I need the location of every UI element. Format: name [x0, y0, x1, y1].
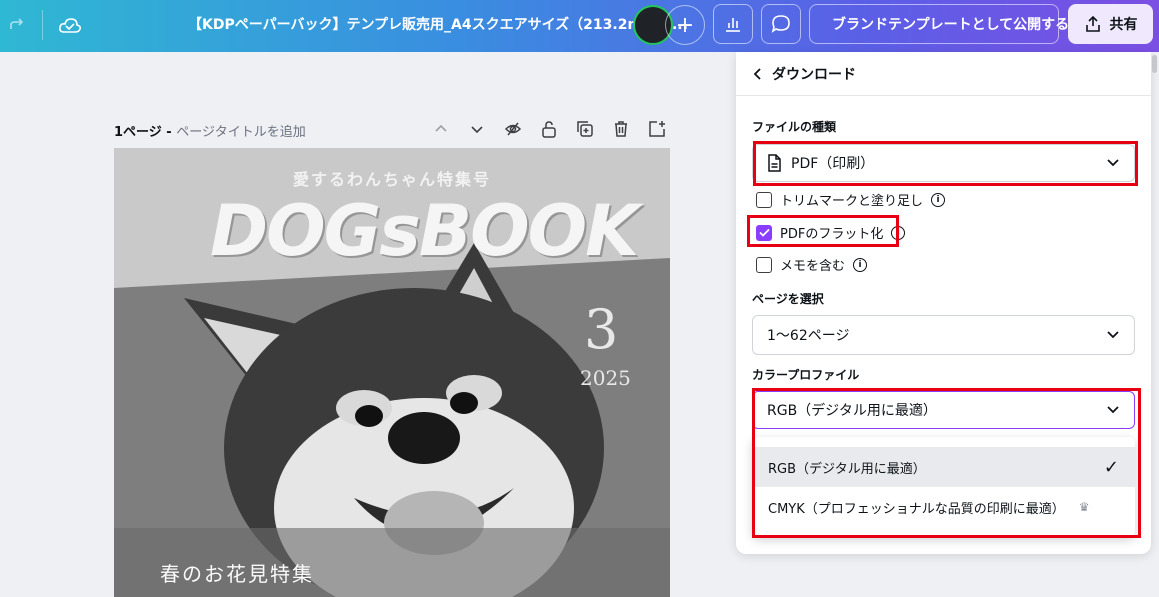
color-profile-dropdown: RGB（デジタル用に最適） ✓ CMYK（プロフェッショナルな品質の印刷に最適）… [752, 437, 1135, 537]
publish-brand-template-button[interactable]: ブランドテンプレートとして公開する [809, 4, 1069, 44]
check-icon: ✓ [1103, 456, 1119, 478]
download-panel: ダウンロード ファイルの種類 PDF（印刷） トリムマークと塗り足し i PDF… [736, 52, 1151, 554]
flatten-pdf-option[interactable]: PDFのフラット化 i [756, 223, 906, 242]
share-button[interactable]: 共有 [1068, 4, 1153, 44]
lock-icon[interactable] [538, 118, 560, 140]
document-title[interactable]: 【KDPペーパーバック】テンプレ販売用_A4スクエアサイズ（213.2mm:2.… [188, 14, 688, 34]
trim-marks-label: トリムマークと塗り足し [780, 194, 924, 209]
info-icon[interactable]: i [853, 257, 868, 272]
add-page-icon[interactable] [646, 118, 668, 140]
canvas-issue-number[interactable]: 3 [584, 298, 618, 361]
option-label: CMYK（プロフェッショナルな品質の印刷に最適） [768, 501, 1065, 517]
canvas-year[interactable]: 2025 [580, 366, 631, 390]
move-up-icon[interactable] [430, 118, 452, 140]
chevron-down-icon [1107, 406, 1119, 414]
topbar-divider [42, 10, 43, 40]
comment-button[interactable] [761, 4, 801, 44]
move-down-icon[interactable] [466, 118, 488, 140]
pages-label: ページを選択 [752, 292, 824, 306]
crown-icon: ♛ [1078, 500, 1090, 514]
redo-icon[interactable] [2, 12, 30, 40]
trim-marks-option[interactable]: トリムマークと塗り足し i [756, 190, 946, 209]
delete-page-icon[interactable] [610, 118, 632, 140]
panel-header[interactable]: ダウンロード [736, 52, 1151, 96]
share-icon [1085, 15, 1100, 32]
trim-marks-checkbox[interactable] [756, 191, 772, 208]
file-type-select[interactable]: PDF（印刷） [752, 144, 1135, 182]
file-type-label: ファイルの種類 [752, 120, 837, 134]
comment-icon [771, 15, 790, 33]
color-profile-option-cmyk[interactable]: CMYK（プロフェッショナルな品質の印刷に最適） ♛ [752, 487, 1135, 527]
page-title-row[interactable]: 1ページ - ページタイトルを追加 [114, 121, 306, 140]
flatten-pdf-checkbox[interactable] [756, 224, 772, 241]
panel-title: ダウンロード [772, 66, 856, 83]
pages-value: 1〜62ページ [767, 328, 850, 344]
page-number-label: 1ページ - [114, 125, 177, 140]
scrollbar[interactable] [1152, 55, 1157, 73]
page-toolbar [430, 118, 668, 140]
flatten-pdf-label: PDFのフラット化 [780, 227, 884, 242]
chevron-down-icon [1107, 159, 1119, 167]
chevron-down-icon [1107, 331, 1119, 339]
info-icon[interactable]: i [931, 192, 946, 207]
analytics-icon [726, 18, 740, 32]
top-bar: 【KDPペーパーバック】テンプレ販売用_A4スクエアサイズ（213.2mm:2.… [0, 0, 1159, 52]
publish-brand-template-label: ブランドテンプレートとして公開する [832, 17, 1070, 33]
canvas-caption[interactable]: 春のお花見特集 [160, 558, 314, 587]
page-title-placeholder[interactable]: ページタイトルを追加 [176, 125, 305, 140]
analytics-button[interactable] [713, 4, 753, 44]
canvas-subtitle[interactable]: 愛するわんちゃん特集号 [114, 166, 670, 190]
color-profile-option-rgb[interactable]: RGB（デジタル用に最適） ✓ [752, 447, 1135, 487]
option-label: RGB（デジタル用に最適） [768, 461, 926, 477]
design-canvas[interactable]: 愛するわんちゃん特集号 DOGsBOOK 3 2025 春のお花見特集 [114, 148, 670, 597]
add-collaborator-button[interactable]: + [665, 5, 705, 45]
color-profile-label: カラープロファイル [752, 368, 860, 382]
document-icon [768, 154, 781, 172]
share-label: 共有 [1109, 17, 1138, 33]
cloud-saved-icon[interactable] [56, 12, 84, 40]
color-profile-value: RGB（デジタル用に最適） [767, 403, 937, 419]
back-icon [753, 67, 761, 80]
include-notes-label: メモを含む [780, 259, 846, 274]
color-profile-select[interactable]: RGB（デジタル用に最適） [752, 391, 1135, 429]
hide-page-icon[interactable] [502, 118, 524, 140]
file-type-value: PDF（印刷） [791, 156, 875, 172]
include-notes-checkbox[interactable] [756, 256, 772, 273]
info-icon[interactable]: i [891, 225, 906, 240]
canvas-title[interactable]: DOGsBOOK [210, 190, 639, 272]
pages-select[interactable]: 1〜62ページ [752, 315, 1135, 355]
include-notes-option[interactable]: メモを含む i [756, 255, 868, 274]
duplicate-page-icon[interactable] [574, 118, 596, 140]
